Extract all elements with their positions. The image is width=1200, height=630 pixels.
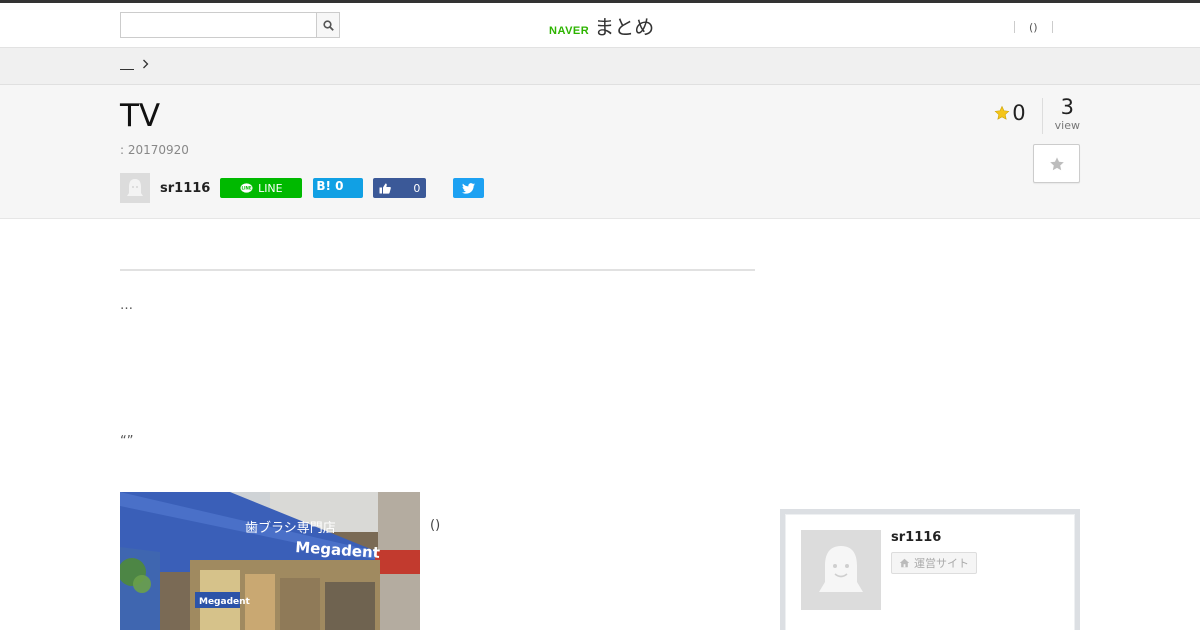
search-icon [322,19,334,31]
chevron-right-icon [143,59,149,69]
ghost-avatar-icon [819,546,863,592]
hatena-label: B! 0 [316,179,344,193]
page-title: TV [120,98,161,134]
favorite-number: 0 [1012,101,1026,125]
header-nav: () [1014,19,1053,35]
favorite-count: 0 [994,94,1041,132]
author-name[interactable]: sr1116 [160,181,210,196]
like-count: 0 [413,181,421,195]
star-outline-icon [1049,156,1064,170]
favorite-button[interactable] [1033,144,1080,183]
author-profile-inner: sr1116 運営サイト [785,514,1075,630]
hatena-bookmark-button[interactable]: B! 0 [313,178,364,198]
view-number: 3 [1060,95,1075,119]
twitter-share-button[interactable] [453,178,485,198]
article-header: TV : 20170920 sr1116 LINE LINE B! 0 0 0 … [0,85,1200,219]
photo-sign-jp: 歯ブラシ専門店 [245,520,336,536]
site-logo[interactable]: NAVER まとめ [549,11,654,40]
top-header: NAVER まとめ () [0,0,1200,48]
view-label: view [1054,119,1080,132]
breadcrumb-bar [0,48,1200,85]
svg-text:LINE: LINE [242,185,252,190]
site-link-button[interactable]: 運営サイト [891,552,977,574]
logo-matome: まとめ [594,15,655,39]
author-avatar[interactable] [120,173,150,203]
view-count: 3 view [1043,94,1080,132]
article-stats: 0 3 view [994,94,1080,134]
star-icon [994,105,1010,120]
profile-name[interactable]: sr1116 [891,530,941,545]
line-share-button[interactable]: LINE LINE [220,178,303,198]
profile-avatar[interactable] [801,530,881,610]
facebook-like-button[interactable]: 0 [373,178,427,198]
ghost-avatar-icon [127,179,143,196]
site-link-label: 運営サイト [914,557,969,570]
twitter-bird-icon [462,182,476,194]
search-input[interactable] [120,12,316,38]
thumbs-up-icon [379,183,392,194]
author-row: sr1116 LINE LINE B! 0 0 [120,173,485,203]
photo-sign-brand-small: Megadent [199,597,251,607]
line-share-label: LINE [258,181,283,195]
home-icon [899,558,910,568]
nav-divider [1051,21,1053,33]
article-paragraph-quote: “” [120,434,134,449]
breadcrumb [120,58,149,70]
nav-item[interactable]: () [1015,21,1052,34]
line-icon: LINE [240,182,253,193]
breadcrumb-home-link[interactable] [120,58,134,70]
search-box [120,12,340,38]
photo-caption: () [430,518,441,533]
logo-naver: NAVER [549,25,590,37]
content-divider [120,269,755,271]
article-photo[interactable]: 歯ブラシ専門店 Megadent Megadent [120,492,420,630]
author-profile-card: sr1116 運営サイト [780,509,1080,630]
article-date: : 20170920 [120,143,189,157]
store-photo-image: 歯ブラシ専門店 Megadent Megadent [120,492,420,630]
search-button[interactable] [316,12,340,38]
article-paragraph: … [120,298,133,313]
